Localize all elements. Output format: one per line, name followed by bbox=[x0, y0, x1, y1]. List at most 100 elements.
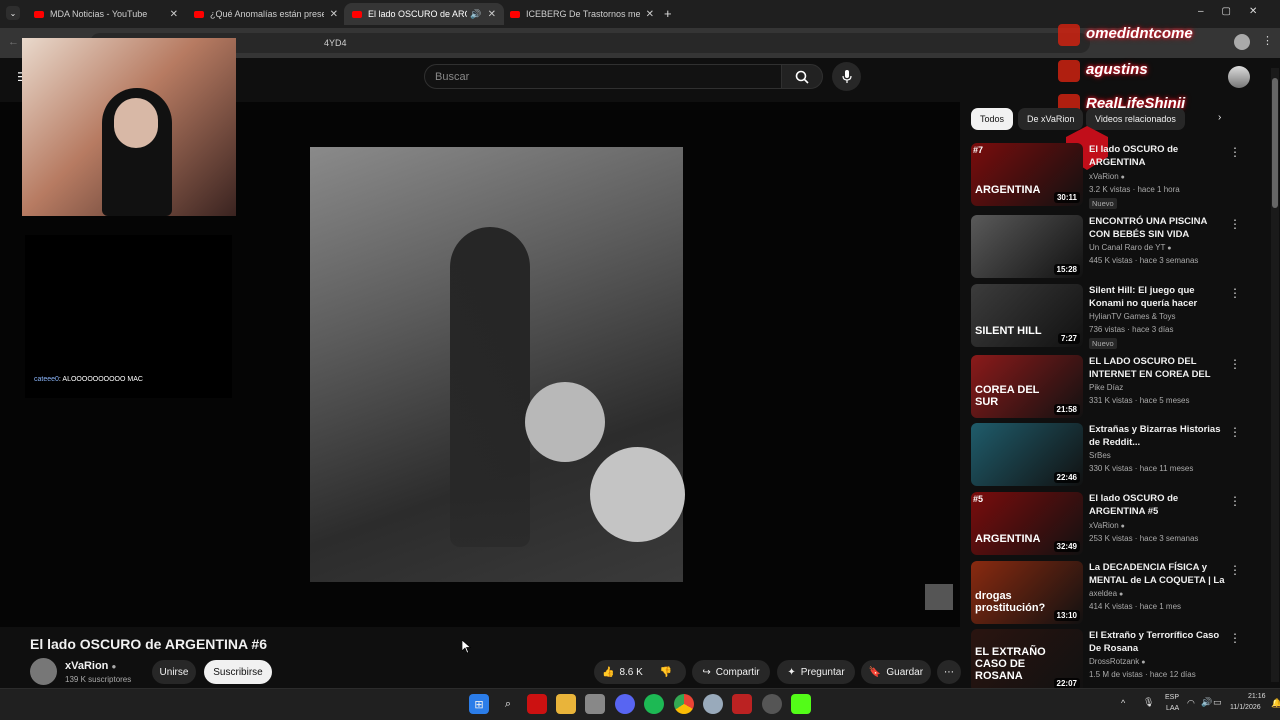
notification-icon[interactable]: 🔔 bbox=[1271, 698, 1280, 709]
join-button[interactable]: Unirse bbox=[152, 660, 196, 684]
video-thumbnail[interactable]: COREA DEL SUR 21:58 bbox=[971, 355, 1083, 418]
close-tab-icon[interactable]: ✕ bbox=[170, 9, 178, 20]
recommendation-title[interactable]: El Extraño y Terrorífico Caso De Rosana bbox=[1089, 629, 1229, 655]
video-thumbnail[interactable]: SILENT HILL 7:27 bbox=[971, 284, 1083, 347]
more-options-icon[interactable]: ⋮ bbox=[1229, 217, 1241, 231]
voice-search-button[interactable] bbox=[832, 62, 861, 91]
video-thumbnail[interactable]: drogas prostitución? 13:10 bbox=[971, 561, 1083, 624]
more-options-icon[interactable]: ⋮ bbox=[1229, 494, 1241, 508]
chip-all[interactable]: Todos bbox=[971, 108, 1014, 130]
video-thumbnail[interactable]: EL EXTRAÑO CASO DE ROSANA 22:07 bbox=[971, 629, 1083, 692]
save-button[interactable]: 🔖 Guardar bbox=[861, 660, 931, 684]
recommendation-item[interactable]: EL EXTRAÑO CASO DE ROSANA 22:07 El Extraño… bbox=[971, 629, 1261, 693]
like-icon[interactable]: 👍 bbox=[602, 667, 614, 678]
url-bar[interactable]: 4YD4 bbox=[90, 33, 1090, 53]
chrome-icon[interactable] bbox=[674, 694, 694, 714]
chevron-up-icon[interactable]: ^ bbox=[1121, 698, 1125, 708]
video-thumbnail[interactable]: ARGENTINA 30:11 #7 bbox=[971, 143, 1083, 206]
recommendation-channel[interactable]: HylianTV Games & Toys bbox=[1089, 312, 1176, 321]
app-icon[interactable] bbox=[732, 694, 752, 714]
app-icon[interactable] bbox=[703, 694, 723, 714]
channel-name[interactable]: xVaRion ● bbox=[65, 660, 116, 672]
recommendation-title[interactable]: EL LADO OSCURO DEL INTERNET EN COREA DEL… bbox=[1089, 355, 1229, 382]
recommendation-meta: 331 K vistas · hace 5 meses bbox=[1089, 396, 1190, 405]
subscribe-button[interactable]: Suscribirse bbox=[204, 660, 272, 684]
dislike-icon[interactable]: 👎 bbox=[660, 667, 672, 678]
app-icon[interactable] bbox=[527, 694, 547, 714]
like-count[interactable]: 8.6 K bbox=[619, 667, 642, 678]
wifi-icon[interactable]: ◠ bbox=[1187, 698, 1195, 709]
recommendation-title[interactable]: El lado OSCURO de ARGENTINA bbox=[1089, 143, 1229, 169]
discord-icon[interactable] bbox=[615, 694, 635, 714]
recommendation-channel[interactable]: axeldea ● bbox=[1089, 589, 1123, 598]
close-tab-icon[interactable]: ✕ bbox=[488, 9, 496, 20]
recommendation-item[interactable]: ARGENTINA 32:49 #5 El lado OSCURO de ARGENT… bbox=[971, 492, 1261, 556]
browser-tab[interactable]: ICEBERG De Trastornos mentale ✕ bbox=[502, 3, 662, 25]
channel-avatar[interactable] bbox=[30, 658, 57, 685]
battery-icon[interactable]: ▭ bbox=[1213, 697, 1222, 708]
browser-menu-icon[interactable]: ⋮ bbox=[1262, 34, 1273, 47]
browser-tab[interactable]: MDA Noticias - YouTube ✕ bbox=[26, 3, 186, 25]
app-icon[interactable] bbox=[585, 694, 605, 714]
search-input[interactable]: Buscar bbox=[424, 64, 782, 89]
recommendation-channel[interactable]: xVaRion ● bbox=[1089, 521, 1125, 530]
more-options-icon[interactable]: ⋮ bbox=[1229, 631, 1241, 645]
keyboard-layout[interactable]: LAA bbox=[1166, 705, 1179, 712]
recommendation-channel[interactable]: Pike Díaz bbox=[1089, 383, 1123, 392]
new-tab-button[interactable]: + bbox=[664, 6, 672, 21]
recommendation-item[interactable]: SILENT HILL 7:27 Silent Hill: El juego que… bbox=[971, 284, 1261, 349]
tab-search-icon[interactable]: ⌄ bbox=[6, 6, 20, 20]
ask-button[interactable]: ✦ Preguntar bbox=[777, 660, 855, 684]
clock-time[interactable]: 21:16 bbox=[1248, 693, 1266, 700]
recommendation-item[interactable]: 15:28 ENCONTRÓ UNA PISCINA CON BEBÉS SIN … bbox=[971, 215, 1261, 279]
profile-avatar[interactable] bbox=[1234, 34, 1250, 50]
recommendation-title[interactable]: La DECADENCIA FÍSICA y MENTAL de LA COQU… bbox=[1089, 561, 1229, 588]
chevron-right-icon[interactable]: › bbox=[1218, 112, 1221, 123]
recommendation-channel[interactable]: Un Canal Raro de YT ● bbox=[1089, 243, 1172, 252]
browser-tab[interactable]: ¿Qué Anomalías están presente ✕ bbox=[186, 3, 346, 25]
taskbar-search-icon[interactable]: ⌕ bbox=[498, 694, 518, 714]
recommendation-title[interactable]: El lado OSCURO de ARGENTINA #5 bbox=[1089, 492, 1229, 518]
account-avatar[interactable] bbox=[1228, 66, 1250, 88]
chip-from-channel[interactable]: De xVaRion bbox=[1018, 108, 1084, 130]
volume-icon[interactable]: 🔊 bbox=[1201, 697, 1212, 708]
recommendation-title[interactable]: ENCONTRÓ UNA PISCINA CON BEBÉS SIN VIDA bbox=[1089, 215, 1229, 241]
back-arrow-icon[interactable]: ← bbox=[8, 36, 19, 48]
obs-icon[interactable] bbox=[762, 694, 782, 714]
audio-playing-icon[interactable]: 🔊 bbox=[470, 9, 481, 20]
close-tab-icon[interactable]: ✕ bbox=[330, 9, 338, 20]
file-explorer-icon[interactable] bbox=[556, 694, 576, 714]
more-options-icon[interactable]: ⋮ bbox=[1229, 286, 1241, 300]
recommendation-channel[interactable]: xVaRion ● bbox=[1089, 172, 1125, 181]
start-icon[interactable]: ⊞ bbox=[469, 694, 489, 714]
recommendation-item[interactable]: 22:46 Extrañas y Bizarras Historias de Re… bbox=[971, 423, 1261, 487]
more-options-icon[interactable]: ⋮ bbox=[1229, 357, 1241, 371]
more-options-icon[interactable]: ⋮ bbox=[1229, 425, 1241, 439]
recommendation-item[interactable]: ARGENTINA 30:11 #7 El lado OSCURO de ARGENT… bbox=[971, 143, 1261, 209]
clock-date[interactable]: 11/1/2026 bbox=[1230, 704, 1261, 711]
microphone-tray-icon[interactable]: 🎙 bbox=[1143, 697, 1154, 708]
more-options-icon[interactable]: ⋮ bbox=[1229, 145, 1241, 159]
recommendation-title[interactable]: Silent Hill: El juego que Konami no quer… bbox=[1089, 284, 1229, 310]
recommendation-item[interactable]: COREA DEL SUR 21:58 EL LADO OSCURO DEL INT… bbox=[971, 355, 1261, 419]
search-button[interactable] bbox=[781, 64, 823, 89]
more-options-icon[interactable]: ⋮ bbox=[1229, 563, 1241, 577]
scrollbar-thumb[interactable] bbox=[1272, 78, 1278, 208]
recommendation-channel[interactable]: SrBes bbox=[1089, 451, 1111, 460]
recommendation-title[interactable]: Extrañas y Bizarras Historias de Reddit.… bbox=[1089, 423, 1229, 449]
share-button[interactable]: ↪ Compartir bbox=[692, 660, 770, 684]
video-thumbnail[interactable]: 15:28 bbox=[971, 215, 1083, 278]
close-tab-icon[interactable]: ✕ bbox=[646, 9, 654, 20]
window-controls[interactable]: –▢✕ bbox=[1198, 6, 1275, 17]
more-actions-button[interactable]: ⋯ bbox=[937, 660, 961, 684]
chip-related[interactable]: Videos relacionados bbox=[1086, 108, 1185, 130]
recommendation-item[interactable]: drogas prostitución? 13:10 La DECADENCIA F… bbox=[971, 561, 1261, 625]
recommendation-channel[interactable]: DrossRotzank ● bbox=[1089, 657, 1145, 666]
browser-tab-active[interactable]: El lado OSCURO de ARGEN🔊 ✕ bbox=[344, 3, 504, 25]
video-thumbnail[interactable]: ARGENTINA 32:49 #5 bbox=[971, 492, 1083, 555]
kick-icon[interactable] bbox=[791, 694, 811, 714]
end-screen-thumbnail[interactable] bbox=[925, 584, 953, 610]
language-indicator[interactable]: ESP bbox=[1165, 694, 1179, 701]
spotify-icon[interactable] bbox=[644, 694, 664, 714]
video-thumbnail[interactable]: 22:46 bbox=[971, 423, 1083, 486]
